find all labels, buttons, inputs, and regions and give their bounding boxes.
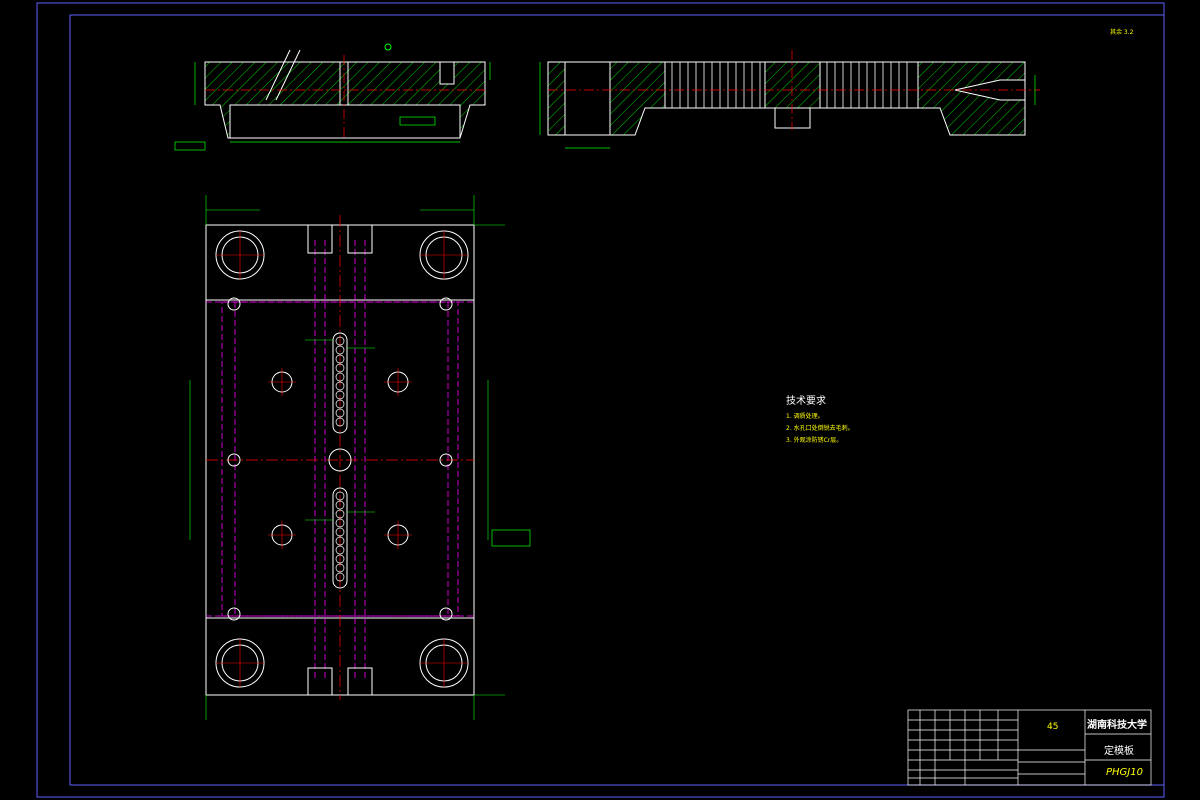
title-block-material: 45 (1047, 722, 1059, 732)
technical-requirements: 技术要求 1. 调质处理。 2. 水孔口处倒锐去毛刺。 3. 外观涂防锈Cr层。 (786, 392, 854, 447)
section-view-right (539, 50, 1040, 149)
title-block-school: 湖南科技大学 (1087, 720, 1147, 731)
cad-drawing-sheet (36, 2, 1165, 798)
title-block-drawing-code: PHGJ10 (1106, 767, 1143, 778)
section-view-left (174, 43, 491, 151)
plan-view (189, 195, 531, 720)
tech-req-item: 2. 水孔口处倒锐去毛刺。 (786, 425, 854, 432)
roughness-note: 其余 3.2 (1110, 29, 1134, 36)
title-block-part-name: 定模板 (1104, 746, 1134, 757)
tech-req-item: 3. 外观涂防锈Cr层。 (786, 437, 843, 444)
tech-req-item: 1. 调质处理。 (786, 413, 824, 420)
tech-req-title: 技术要求 (786, 396, 826, 407)
